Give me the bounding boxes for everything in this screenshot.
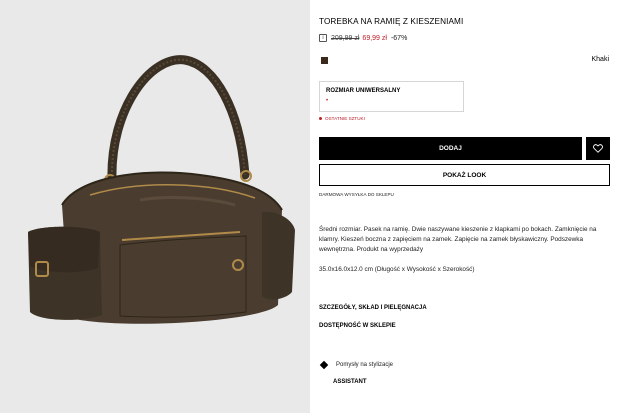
size-marker: • (326, 98, 329, 104)
product-description: Średni rozmiar. Pasek na ramię. Dwie nas… (319, 226, 597, 253)
assistant-row[interactable]: Pomysły na stylizacje (319, 360, 394, 370)
size-selector[interactable]: ROZMIAR UNIWERSALNY • (319, 81, 464, 112)
stock-note-text: OSTATNIE SZTUKI (325, 116, 365, 121)
color-name: Khaki (591, 56, 609, 63)
heart-icon (593, 144, 603, 153)
sale-price: 69,99 zł (362, 34, 387, 42)
store-availability-link[interactable]: DOSTĘPNOŚĆ W SKLEPIE (319, 323, 396, 329)
stock-note: OSTATNIE SZTUKI (319, 116, 365, 121)
shipping-note: DARMOWA WYSYŁKA DO SKLEPU (319, 192, 394, 197)
product-details: TOREBKA NA RAMIĘ Z KIESZENIAMI i 209,99 … (319, 0, 612, 413)
product-image[interactable] (0, 0, 310, 413)
price-row: i 209,99 zł 69,99 zł -67% (319, 33, 407, 43)
wishlist-button[interactable] (586, 137, 610, 160)
discount-badge: -67% (390, 34, 408, 42)
old-price: 209,99 zł (331, 34, 360, 42)
info-icon[interactable]: i (319, 34, 327, 42)
details-composition-link[interactable]: SZCZEGÓŁY, SKŁAD I PIELĘGNACJA (319, 305, 427, 311)
color-swatch[interactable] (321, 57, 328, 64)
size-label: ROZMIAR UNIWERSALNY (326, 88, 401, 94)
diamond-icon (319, 360, 329, 370)
assistant-title[interactable]: ASSISTANT (333, 379, 367, 385)
bag-illustration (28, 55, 295, 324)
add-to-cart-button[interactable]: DODAJ (319, 137, 582, 160)
product-title: TOREBKA NA RAMIĘ Z KIESZENIAMI (319, 17, 464, 26)
product-dimensions: 35.0x16.0x12.0 cm (Długość x Wysokość x … (319, 266, 475, 273)
assistant-hint: Pomysły na stylizacje (336, 362, 394, 368)
show-look-button[interactable]: POKAŻ LOOK (319, 164, 610, 186)
stock-dot-icon (319, 117, 322, 120)
